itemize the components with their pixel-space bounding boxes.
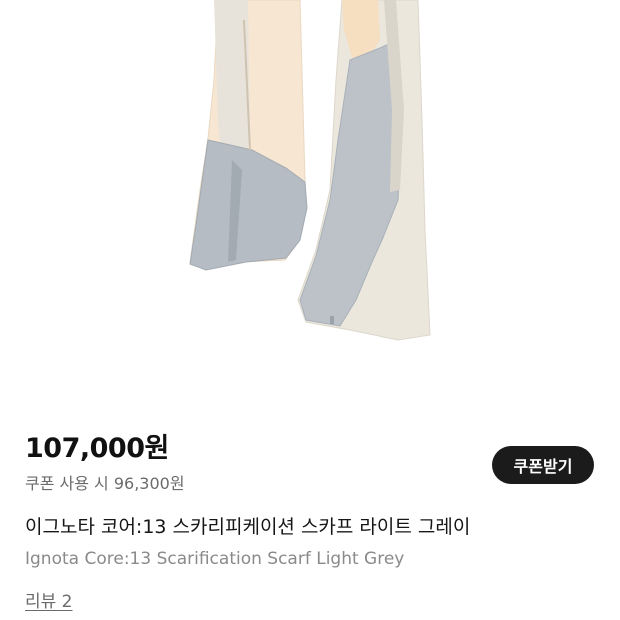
review-link[interactable]: 리뷰 2 <box>25 590 73 614</box>
product-image[interactable] <box>0 0 620 410</box>
scarf-tag <box>330 316 334 324</box>
product-detail-page: 107,000원 쿠폰 사용 시 96,300원 쿠폰받기 이그노타 코어:13… <box>0 0 620 620</box>
product-price: 107,000원 <box>25 433 169 464</box>
scarf-illustration <box>189 0 431 341</box>
coupon-price-text: 쿠폰 사용 시 96,300원 <box>25 474 185 493</box>
product-title-english: Ignota Core:13 Scarification Scarf Light… <box>25 549 405 569</box>
product-title-korean: 이그노타 코어:13 스카리피케이션 스카프 라이트 그레이 <box>25 516 471 538</box>
get-coupon-button[interactable]: 쿠폰받기 <box>492 446 594 484</box>
